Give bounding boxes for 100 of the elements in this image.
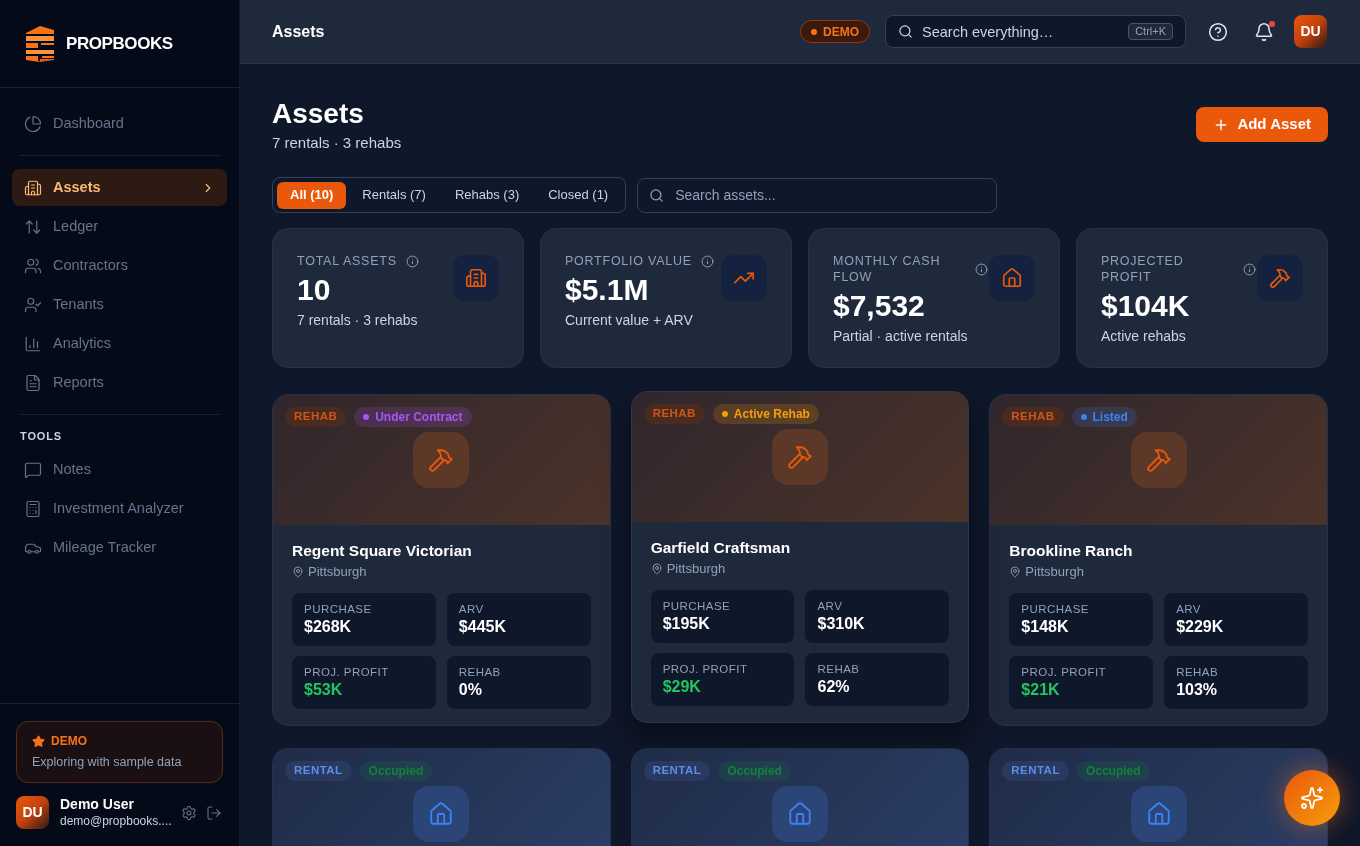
pie-chart-icon — [24, 114, 42, 133]
hammer-icon — [772, 429, 828, 485]
stat-caption: Active rehabs — [1101, 327, 1187, 346]
house-icon — [772, 786, 828, 842]
map-pin-icon — [650, 563, 663, 575]
demo-label: DEMO — [51, 733, 87, 751]
metric-value: $29K — [662, 677, 702, 697]
filter-tab[interactable]: Rehabs (3) — [441, 181, 533, 209]
status-label: Occupied — [1085, 763, 1141, 780]
stacked-slabs-logo — [24, 24, 56, 63]
help-icon — [1208, 21, 1228, 42]
nav-item[interactable]: Reports — [12, 364, 227, 401]
stat-value: $5.1M — [565, 272, 650, 308]
person-check-icon — [24, 295, 42, 314]
metric-label: ARV — [817, 599, 844, 614]
nav-item[interactable]: Analytics — [12, 325, 227, 362]
section-heading: TOOLS — [19, 429, 64, 444]
settings-icon — [181, 804, 197, 821]
type-tag: RENTAL — [1002, 761, 1069, 781]
header-title: Assets — [272, 21, 325, 42]
calculator-icon — [24, 500, 42, 518]
add-asset-button[interactable]: Add Asset — [1196, 107, 1328, 142]
info-icon — [700, 254, 714, 268]
info-icon — [1243, 262, 1256, 276]
user-avatar: DU — [16, 796, 49, 829]
stat-caption: 7 rentals · 3 rehabs — [297, 311, 419, 330]
type-tag: REHAB — [285, 407, 347, 427]
stat-label: PORTFOLIO VALUE — [565, 253, 692, 269]
metric-value: $53K — [304, 680, 344, 700]
stat-value: $104K — [1101, 288, 1191, 324]
filter-tab[interactable]: Rentals (7) — [349, 181, 439, 209]
stat-value: 10 — [297, 272, 332, 308]
stat-caption: Partial · active rentals — [833, 327, 969, 346]
metric-value: $195K — [662, 614, 711, 634]
speech-bubble-icon — [24, 461, 42, 479]
metric-value: 103% — [1176, 680, 1219, 700]
nav-item[interactable]: Contractors — [12, 247, 227, 284]
location-text: Pittsburgh — [666, 560, 726, 578]
nav-item[interactable]: Ledger — [12, 208, 227, 245]
house-icon — [1130, 786, 1187, 842]
hammer-icon — [1130, 432, 1187, 488]
info-icon — [975, 262, 988, 276]
asset-card[interactable]: RENTAL Occupied — [630, 748, 970, 846]
asset-title: Regent Square Victorian — [292, 541, 473, 561]
metric-label: PURCHASE — [304, 602, 373, 617]
asset-card[interactable]: RENTAL Occupied — [989, 748, 1328, 846]
asset-card[interactable]: REHAB Listed Brookline Ranch Pittsburgh PURCHASE $148K ARV $229K PROJ. PROFIT $21K REHAB 103% — [989, 394, 1328, 726]
nav-item[interactable]: Dashboard — [12, 105, 227, 142]
asset-card[interactable]: RENTAL Occupied — [272, 748, 611, 846]
filter-tab[interactable]: Closed (1) — [535, 181, 622, 209]
nav-item[interactable]: Investment Analyzer — [12, 490, 227, 528]
info-icon — [405, 254, 419, 268]
building-icon — [24, 178, 42, 197]
brand-name: PROPBOOKS — [66, 32, 173, 55]
trend-up-icon — [721, 255, 767, 301]
house-icon — [989, 255, 1035, 301]
status-label: Under Contract — [375, 409, 463, 426]
type-tag: RENTAL — [643, 761, 711, 781]
page-subtitle: 7 rentals · 3 rehabs — [272, 133, 402, 152]
stat-value: $7,532 — [833, 288, 926, 324]
search-icon — [649, 187, 665, 203]
type-tag: RENTAL — [285, 761, 352, 781]
stat-label: MONTHLY CASH FLOW — [833, 253, 942, 285]
metric-value: 0% — [458, 680, 483, 700]
type-tag: REHAB — [643, 404, 705, 424]
metric-value: $148K — [1021, 617, 1070, 637]
asset-title: Brookline Ranch — [1009, 541, 1134, 561]
metric-label: PURCHASE — [1021, 602, 1090, 617]
house-icon — [413, 786, 470, 842]
asset-card[interactable]: REHAB Under Contract Regent Square Victorian Pittsburgh PURCHASE $268K ARV $445K PROJ. PROFIT $53K REHAB 0% — [272, 394, 611, 726]
metric-label: REHAB — [1176, 665, 1220, 680]
status-label: Occupied — [727, 763, 782, 780]
shortcut-hint: Ctrl+K — [1128, 23, 1173, 40]
metric-label: PURCHASE — [662, 599, 732, 614]
hammer-icon — [1257, 255, 1303, 301]
location-text: Pittsburgh — [1025, 563, 1084, 581]
location-text: Pittsburgh — [308, 563, 367, 581]
logout-icon — [206, 804, 222, 821]
nav-item[interactable]: Mileage Tracker — [12, 529, 227, 567]
asset-card[interactable]: REHAB Active Rehab Garfield Craftsman Pittsburgh PURCHASE $195K ARV $310K PROJ. PROFIT $29K REHAB 62% — [630, 391, 970, 723]
metric-value: $445K — [458, 617, 507, 637]
up-down-arrows-icon — [24, 217, 42, 236]
metric-label: PROJ. PROFIT — [304, 665, 390, 680]
nav-item[interactable]: Assets — [12, 169, 227, 206]
metric-value: $268K — [304, 617, 353, 637]
nav-item[interactable]: Notes — [12, 451, 227, 489]
metric-label: REHAB — [458, 665, 502, 680]
bar-chart-icon — [24, 334, 42, 353]
document-icon — [24, 373, 42, 392]
nav-item[interactable]: Tenants — [12, 286, 227, 323]
type-tag: REHAB — [1002, 407, 1064, 427]
metric-value: 62% — [817, 677, 851, 697]
metric-label: PROJ. PROFIT — [662, 662, 749, 677]
stat-label: PROJECTED PROFIT — [1101, 253, 1185, 285]
search-field[interactable]: Search assets... — [637, 177, 998, 213]
asset-title: Garfield Craftsman — [650, 538, 792, 558]
page-title: Assets — [272, 97, 365, 131]
metric-value: $310K — [817, 614, 866, 634]
filter-tab[interactable]: All (10) — [277, 181, 347, 209]
user-avatar[interactable]: DU — [1294, 15, 1327, 48]
